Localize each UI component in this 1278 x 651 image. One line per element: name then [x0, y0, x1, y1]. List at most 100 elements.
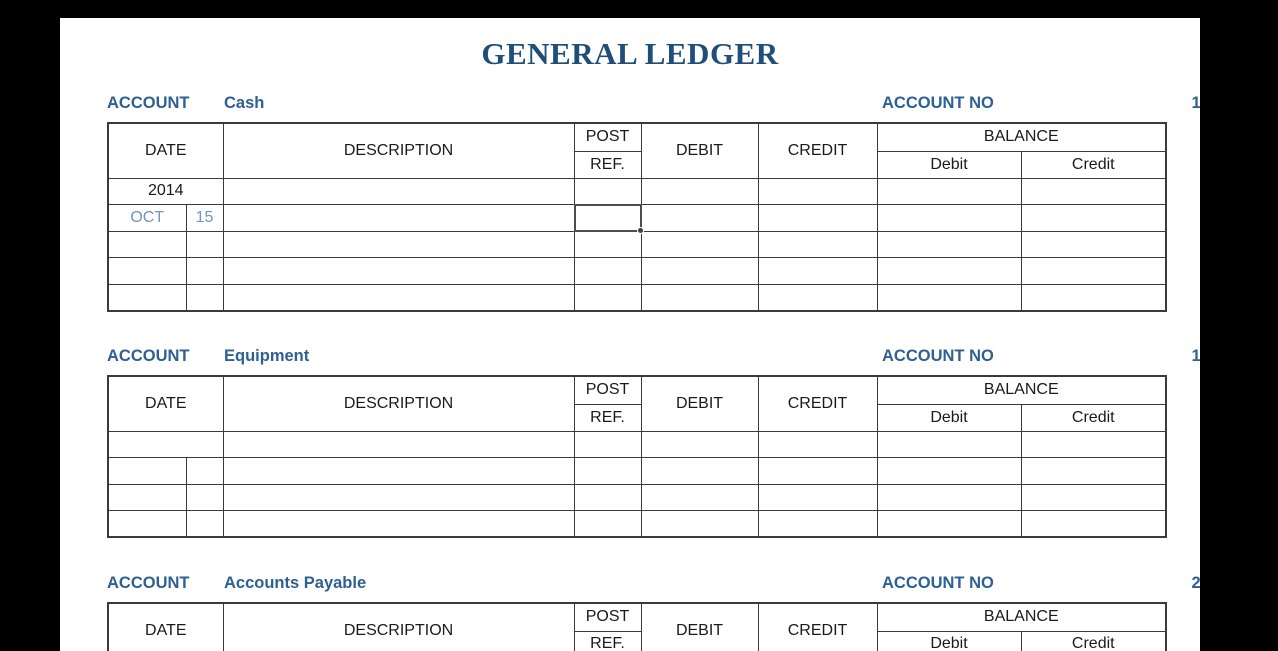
- cell-date-day[interactable]: [185, 483, 224, 511]
- cell-credit[interactable]: [757, 510, 878, 538]
- cell-description[interactable]: [222, 430, 575, 458]
- column-header-date: DATE: [107, 375, 224, 432]
- cell-date-day[interactable]: [185, 230, 224, 258]
- cell-debit[interactable]: [640, 430, 759, 458]
- cell-debit[interactable]: [640, 283, 759, 311]
- account-no-value[interactable]: 201: [1163, 574, 1200, 593]
- cell-balance-debit[interactable]: [876, 177, 1022, 205]
- cell-balance-debit[interactable]: [876, 430, 1022, 458]
- cell-balance-debit[interactable]: [876, 283, 1022, 311]
- cell-credit[interactable]: [757, 430, 878, 458]
- cell-date-month[interactable]: [107, 457, 187, 485]
- cell-post-ref[interactable]: [573, 177, 642, 205]
- cell-date-day[interactable]: [185, 283, 224, 311]
- account-no-label: ACCOUNT NO: [882, 574, 994, 592]
- table-row: [107, 283, 1167, 311]
- cell-balance-debit[interactable]: [876, 510, 1022, 538]
- cell-post-ref[interactable]: [573, 257, 642, 285]
- cell-balance-debit[interactable]: [876, 257, 1022, 285]
- cell-credit[interactable]: [757, 204, 878, 232]
- cell-description[interactable]: [222, 257, 575, 285]
- cell-description[interactable]: [222, 510, 575, 538]
- column-header-balance-credit: Credit: [1020, 630, 1167, 651]
- column-header-post: POST: [573, 375, 642, 405]
- cell-date-year[interactable]: 2014: [107, 177, 224, 205]
- cell-balance-credit[interactable]: [1020, 457, 1167, 485]
- cell-post-ref[interactable]: [573, 483, 642, 511]
- cell-date-day[interactable]: 15: [185, 204, 224, 232]
- cell-balance-credit[interactable]: [1020, 177, 1167, 205]
- column-header-balance: BALANCE: [876, 375, 1167, 405]
- account-name[interactable]: Accounts Payable: [224, 574, 366, 593]
- cell-credit[interactable]: [757, 457, 878, 485]
- account-no-value[interactable]: 150: [1163, 347, 1200, 366]
- cell-post-ref[interactable]: [573, 457, 642, 485]
- cell-date-day[interactable]: [185, 257, 224, 285]
- cell-description[interactable]: [222, 230, 575, 258]
- cell-debit[interactable]: [640, 457, 759, 485]
- cell-balance-debit[interactable]: [876, 483, 1022, 511]
- cell-description[interactable]: [222, 457, 575, 485]
- cell-balance-credit[interactable]: [1020, 283, 1167, 311]
- cell-date-month[interactable]: [107, 257, 187, 285]
- cell-date-day[interactable]: [185, 457, 224, 485]
- table-row: [107, 457, 1167, 485]
- account-no-value[interactable]: 101: [1163, 94, 1200, 113]
- column-header-debit: DEBIT: [640, 375, 759, 432]
- cell-credit[interactable]: [757, 230, 878, 258]
- account-header: ACCOUNT Accounts Payable ACCOUNT NO 201: [107, 574, 1200, 598]
- cell-debit[interactable]: [640, 257, 759, 285]
- cell-credit[interactable]: [757, 283, 878, 311]
- cell-date-day[interactable]: [185, 510, 224, 538]
- cell-date-month[interactable]: [107, 483, 187, 511]
- cell-post-ref[interactable]: [573, 430, 642, 458]
- cell-description[interactable]: [222, 483, 575, 511]
- cell-credit[interactable]: [757, 177, 878, 205]
- cell-date-month[interactable]: OCT: [107, 204, 187, 232]
- cell-post-ref[interactable]: [573, 283, 642, 311]
- cell-debit[interactable]: [640, 483, 759, 511]
- page-title: GENERAL LEDGER: [481, 36, 779, 71]
- cell-date-month[interactable]: [107, 510, 187, 538]
- cell-balance-credit[interactable]: [1020, 430, 1167, 458]
- cell-description[interactable]: [222, 177, 575, 205]
- account-name[interactable]: Equipment: [224, 347, 309, 366]
- column-header-credit: CREDIT: [757, 375, 878, 432]
- table-row: [107, 483, 1167, 511]
- cell-balance-credit[interactable]: [1020, 204, 1167, 232]
- table-row: [107, 230, 1167, 258]
- cell-balance-debit[interactable]: [876, 204, 1022, 232]
- cell-balance-debit[interactable]: [876, 457, 1022, 485]
- cell-balance-credit[interactable]: [1020, 257, 1167, 285]
- cell-date-year[interactable]: [107, 430, 224, 458]
- column-header-balance: BALANCE: [876, 122, 1167, 152]
- ledger-block-cash: ACCOUNT Cash ACCOUNT NO 101 DATE DESCRIP…: [107, 94, 1200, 312]
- column-header-balance: BALANCE: [876, 602, 1167, 632]
- column-header-balance-credit: Credit: [1020, 403, 1167, 432]
- cell-debit[interactable]: [640, 177, 759, 205]
- cell-debit[interactable]: [640, 204, 759, 232]
- account-name[interactable]: Cash: [224, 94, 264, 113]
- cell-balance-credit[interactable]: [1020, 230, 1167, 258]
- cell-date-month[interactable]: [107, 283, 187, 311]
- cell-description[interactable]: [222, 204, 575, 232]
- ledger-table: DATE DESCRIPTION POST DEBIT CREDIT BALAN…: [107, 602, 1168, 651]
- account-label: ACCOUNT: [107, 94, 190, 112]
- cell-post-ref-selected[interactable]: [573, 204, 644, 234]
- cell-balance-debit[interactable]: [876, 230, 1022, 258]
- cell-balance-credit[interactable]: [1020, 483, 1167, 511]
- table-row: 2014: [107, 177, 1167, 205]
- cell-debit[interactable]: [640, 510, 759, 538]
- ledger-page: GENERAL LEDGER ACCOUNT Cash ACCOUNT NO 1…: [60, 18, 1200, 651]
- active-cell-selection-border: [573, 204, 644, 234]
- cell-date-month[interactable]: [107, 230, 187, 258]
- column-header-post: POST: [573, 122, 642, 152]
- cell-post-ref[interactable]: [573, 230, 642, 258]
- cell-balance-credit[interactable]: [1020, 510, 1167, 538]
- cell-credit[interactable]: [757, 257, 878, 285]
- column-header-credit: CREDIT: [757, 122, 878, 179]
- cell-post-ref[interactable]: [573, 510, 642, 538]
- cell-credit[interactable]: [757, 483, 878, 511]
- cell-description[interactable]: [222, 283, 575, 311]
- cell-debit[interactable]: [640, 230, 759, 258]
